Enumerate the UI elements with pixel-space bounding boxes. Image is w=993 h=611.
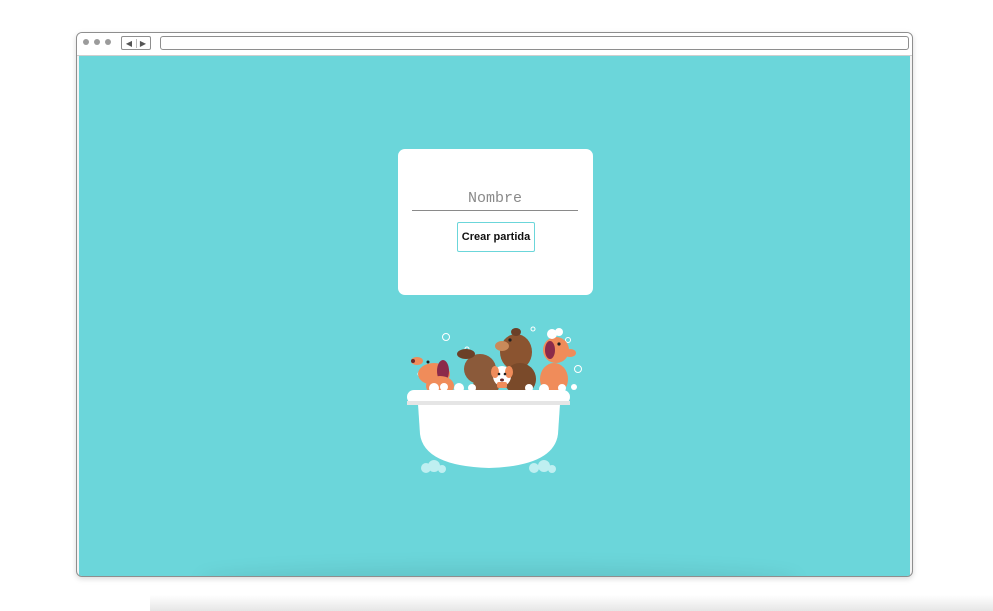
viewport-bottom-shadow xyxy=(199,566,799,576)
window-minimize-dot[interactable] xyxy=(94,39,100,45)
bathtub-icon xyxy=(407,390,570,473)
nav-buttons: ◀ ▶ xyxy=(121,36,151,50)
forward-arrow-icon[interactable]: ▶ xyxy=(138,39,148,48)
nav-divider xyxy=(136,39,137,48)
browser-window: ◀ ▶ Crear partida xyxy=(76,32,913,577)
create-game-button[interactable]: Crear partida xyxy=(457,222,535,252)
window-close-dot[interactable] xyxy=(83,39,89,45)
create-game-card: Crear partida xyxy=(398,149,593,295)
desktop-shadow xyxy=(150,595,993,611)
dogs-in-bathtub-illustration xyxy=(407,326,582,473)
back-arrow-icon[interactable]: ◀ xyxy=(124,39,134,48)
window-zoom-dot[interactable] xyxy=(105,39,111,45)
page-viewport: Crear partida xyxy=(79,56,910,576)
address-bar[interactable] xyxy=(160,36,909,50)
browser-toolbar: ◀ ▶ xyxy=(77,33,912,56)
name-input[interactable] xyxy=(412,187,578,211)
